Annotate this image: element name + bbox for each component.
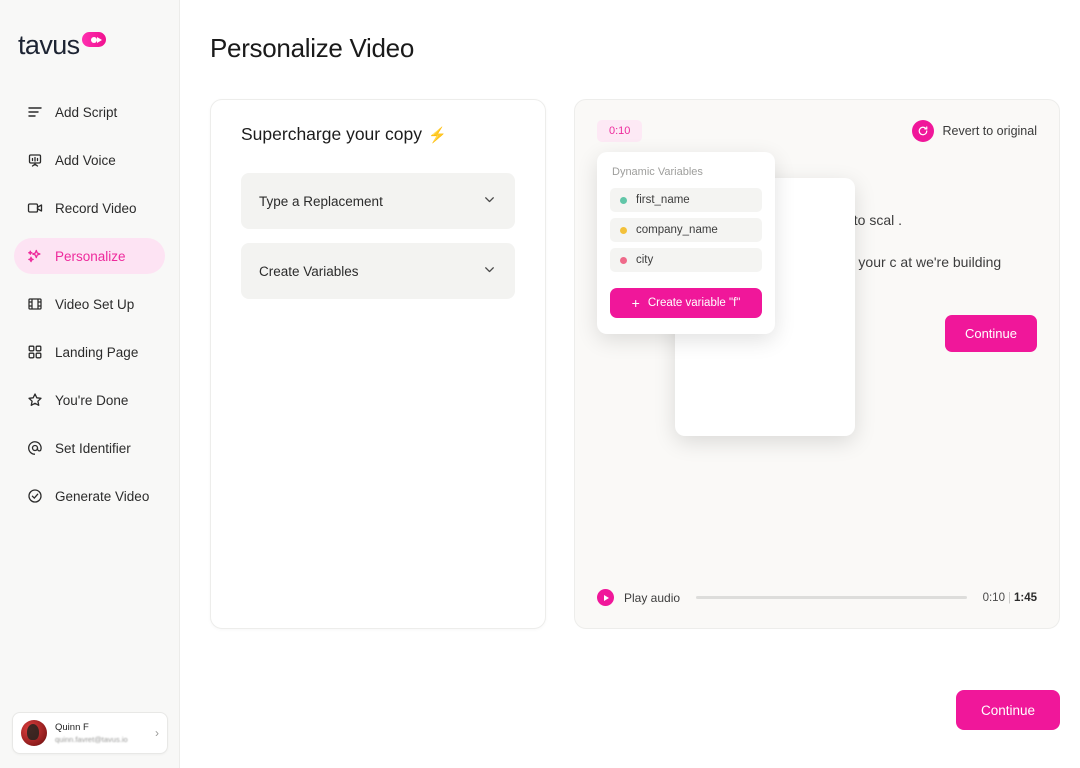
at-sign-icon: [26, 440, 43, 457]
play-audio-label: Play audio: [624, 590, 681, 605]
audio-timestamps: 0:10 | 1:45: [983, 592, 1037, 604]
popover-title: Dynamic Variables: [612, 166, 703, 178]
play-icon[interactable]: [597, 589, 614, 606]
sidebar-item-add-script[interactable]: Add Script: [14, 94, 165, 130]
variable-label: city: [636, 254, 654, 266]
profile-name: Quinn F: [55, 721, 89, 733]
check-circle-icon: [26, 488, 43, 505]
chevron-down-icon: [482, 192, 497, 210]
sidebar-nav: Add Script Add Voice Record Video Person…: [0, 94, 179, 514]
cards-row: Supercharge your copy ⚡ Type a Replaceme…: [210, 99, 1060, 629]
sidebar-item-label: Generate Video: [55, 488, 150, 504]
variable-color-dot: [620, 256, 627, 264]
dynamic-variables-popover: Dynamic Variables first_name company_nam…: [597, 152, 775, 334]
sidebar-item-add-voice[interactable]: Add Voice: [14, 142, 165, 178]
variable-option-company-name[interactable]: company_name: [610, 218, 762, 242]
film-icon: [26, 296, 43, 313]
sidebar-item-record-video[interactable]: Record Video: [14, 190, 165, 226]
sidebar-item-label: Set Identifier: [55, 440, 131, 456]
supercharge-card-title: Supercharge your copy ⚡: [241, 124, 527, 145]
chevron-right-icon: ›: [155, 726, 159, 740]
sidebar-item-label: You're Done: [55, 392, 129, 408]
chevron-down-icon: [482, 262, 497, 280]
profile-text: Quinn F quinn.favret@tavus.io: [55, 722, 147, 745]
logo-badge-icon: [81, 32, 106, 47]
user-profile[interactable]: Quinn F quinn.favret@tavus.io ›: [12, 712, 168, 754]
accordion-label: Type a Replacement: [259, 193, 383, 209]
revert-to-original-button[interactable]: Revert to original: [911, 120, 1038, 142]
supercharge-title-text: Supercharge your copy: [241, 124, 422, 144]
variable-color-dot: [620, 196, 627, 204]
sidebar-item-label: Video Set Up: [55, 296, 135, 312]
audio-player: Play audio 0:10 | 1:45: [597, 589, 1037, 606]
variable-option-first-name[interactable]: first_name: [610, 188, 762, 212]
continue-button[interactable]: Continue: [956, 690, 1060, 730]
variable-label: first_name: [636, 194, 690, 206]
variable-label: company_name: [636, 224, 718, 236]
supercharge-card: Supercharge your copy ⚡ Type a Replaceme…: [210, 99, 546, 629]
logo[interactable]: tavus: [0, 0, 179, 72]
sidebar-item-personalize[interactable]: Personalize: [14, 238, 165, 274]
microphone-icon: [26, 152, 43, 169]
sidebar-item-label: Add Voice: [55, 152, 116, 168]
create-variable-label: Create variable "f": [647, 297, 741, 309]
audio-current-time: 0:10: [982, 591, 1005, 604]
script-editor-card: 0:10 Revert to original Howdy there Pete…: [574, 99, 1060, 629]
accordion-type-a-replacement[interactable]: Type a Replacement: [241, 173, 515, 229]
main-content: Personalize Video Supercharge your copy …: [180, 0, 1080, 768]
variable-option-city[interactable]: city: [610, 248, 762, 272]
lightning-bolt-icon: ⚡: [427, 126, 447, 144]
sidebar-item-landing-page[interactable]: Landing Page: [14, 334, 165, 370]
continue-inline-button[interactable]: Continue: [944, 315, 1037, 352]
grid-icon: [26, 344, 43, 361]
sidebar: tavus Add Script Add Voice Record Video …: [0, 0, 180, 768]
time-badge: 0:10: [597, 120, 643, 142]
page-title: Personalize Video: [210, 33, 415, 63]
accordion-create-variables[interactable]: Create Variables: [241, 243, 515, 299]
sidebar-item-label: Personalize: [55, 248, 126, 264]
avatar: [21, 720, 47, 746]
sparkles-icon: [26, 248, 43, 265]
sidebar-item-youre-done[interactable]: You're Done: [14, 382, 165, 418]
profile-email: quinn.favret@tavus.io: [55, 734, 128, 744]
sidebar-item-label: Add Script: [55, 104, 118, 120]
video-camera-icon: [26, 200, 43, 217]
sidebar-item-video-set-up[interactable]: Video Set Up: [14, 286, 165, 322]
plus-icon: +: [631, 295, 640, 311]
audio-progress-slider[interactable]: [696, 596, 967, 599]
audio-total-time: 1:45: [1013, 591, 1037, 604]
sidebar-item-label: Landing Page: [55, 344, 139, 360]
create-variable-button[interactable]: + Create variable "f": [610, 288, 762, 318]
star-icon: [26, 392, 43, 409]
time-separator: |: [1007, 591, 1011, 604]
app-root: tavus Add Script Add Voice Record Video …: [0, 0, 1080, 768]
variable-color-dot: [620, 226, 627, 234]
logo-text: tavus: [18, 30, 80, 60]
sidebar-item-label: Record Video: [55, 200, 137, 216]
sidebar-item-generate-video[interactable]: Generate Video: [14, 478, 165, 514]
refresh-icon: [911, 120, 934, 142]
script-editor-toolbar: 0:10 Revert to original: [597, 120, 1037, 142]
accordion-label: Create Variables: [259, 263, 359, 279]
lines-icon: [26, 104, 43, 121]
sidebar-item-set-identifier[interactable]: Set Identifier: [14, 430, 165, 466]
revert-label: Revert to original: [942, 124, 1038, 138]
